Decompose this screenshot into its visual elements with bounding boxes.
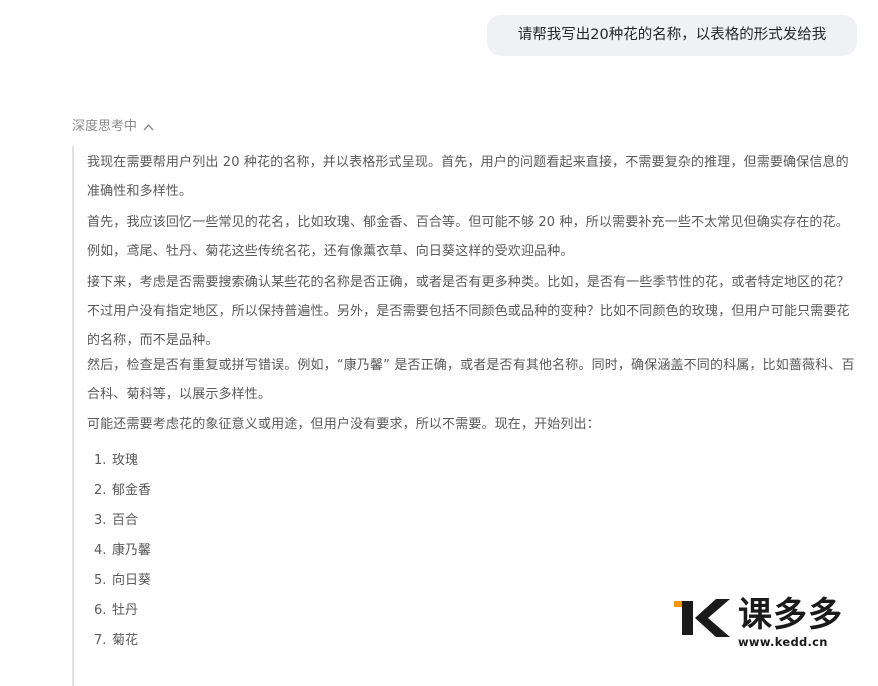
list-item-name: 百合 <box>112 513 139 528</box>
chevron-up-icon <box>143 124 154 131</box>
list-item: 7. 菊花 <box>87 626 151 656</box>
list-item: 2. 郁金香 <box>87 476 151 506</box>
flower-list: 1. 玫瑰 2. 郁金香 3. 百合 4. 康乃馨 5. 向日葵 6. 牡丹 7… <box>87 446 151 656</box>
list-item-number: 3. <box>94 513 107 528</box>
k-logo-icon <box>674 599 730 637</box>
watermark-url: www.kedd.cn <box>738 635 828 649</box>
user-message-bubble: 请帮我写出20种花的名称，以表格的形式发给我 <box>487 15 857 56</box>
list-item-name: 菊花 <box>112 633 139 648</box>
watermark: 课多多 www.kedd.cn <box>672 595 872 655</box>
list-item: 6. 牡丹 <box>87 596 151 626</box>
thinking-paragraph: 我现在需要帮用户列出 20 种花的名称，并以表格形式呈现。首先，用户的问题看起来… <box>87 155 849 199</box>
thinking-paragraph: 接下来，考虑是否需要搜索确认某些花的名称是否正确，或者是否有更多种类。比如，是否… <box>87 275 850 348</box>
list-item-number: 6. <box>94 603 107 618</box>
watermark-brand: 课多多 <box>738 595 843 635</box>
list-item: 1. 玫瑰 <box>87 446 151 476</box>
thinking-paragraph: 然后，检查是否有重复或拼写错误。例如，“康乃馨” 是否正确，或者是否有其他名称。… <box>87 358 855 402</box>
list-item-number: 1. <box>94 453 107 468</box>
thinking-paragraph: 可能还需要考虑花的象征意义或用途，但用户没有要求，所以不需要。现在，开始列出： <box>87 417 600 432</box>
list-item-number: 4. <box>94 543 107 558</box>
thinking-paragraph: 首先，我应该回忆一些常见的花名，比如玫瑰、郁金香、百合等。但可能不够 20 种，… <box>87 215 849 259</box>
list-item: 4. 康乃馨 <box>87 536 151 566</box>
list-item: 3. 百合 <box>87 506 151 536</box>
list-item-number: 7. <box>94 633 107 648</box>
user-message-text: 请帮我写出20种花的名称，以表格的形式发给我 <box>517 27 827 43</box>
list-item-name: 康乃馨 <box>112 543 152 558</box>
list-item-number: 2. <box>94 483 107 498</box>
list-item-name: 玫瑰 <box>112 453 139 468</box>
list-item-name: 郁金香 <box>112 483 152 498</box>
list-item: 5. 向日葵 <box>87 566 151 596</box>
list-item-number: 5. <box>94 573 107 588</box>
thinking-toggle[interactable]: 深度思考中 <box>72 117 154 137</box>
list-item-name: 向日葵 <box>112 573 152 588</box>
thinking-header-label: 深度思考中 <box>72 119 138 134</box>
list-item-name: 牡丹 <box>112 603 139 618</box>
